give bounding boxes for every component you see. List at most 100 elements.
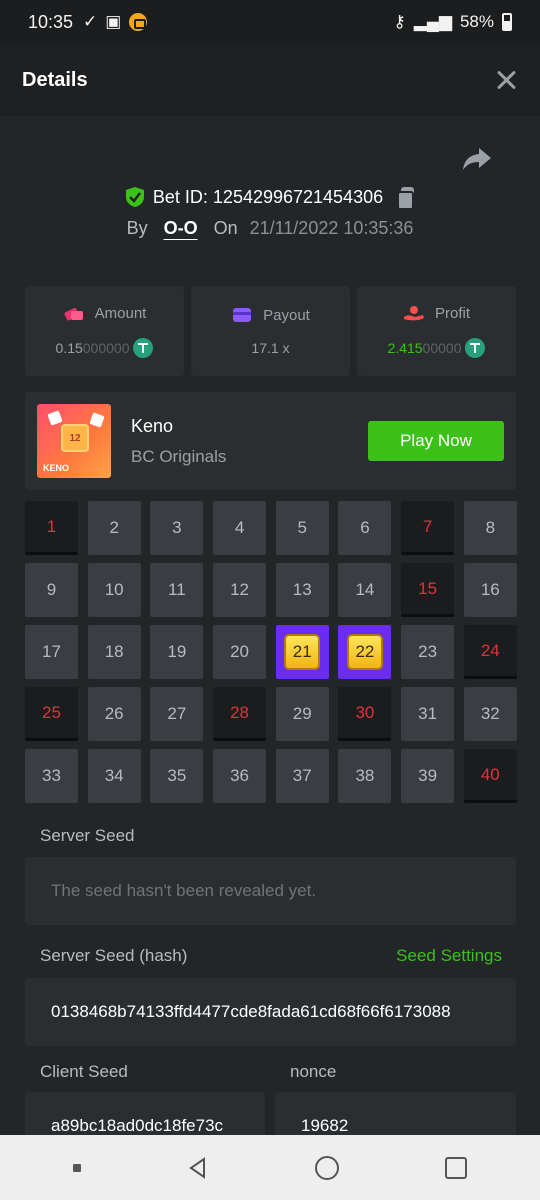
keno-cell: 17 <box>25 625 78 679</box>
keno-cell: 13 <box>275 563 329 617</box>
by-label: By <box>126 218 148 238</box>
keno-cell: 22 <box>338 625 392 679</box>
system-nav-bar <box>0 1135 540 1200</box>
profit-card: Profit 2.41500000 <box>357 286 516 376</box>
keno-cell: 16 <box>463 563 517 617</box>
payout-card: Payout 17.1 x <box>191 286 350 376</box>
payout-value: 17.1 x <box>251 339 290 356</box>
keno-cell: 3 <box>150 501 204 555</box>
keno-cell: 29 <box>275 687 329 741</box>
app-notification-icon <box>129 13 148 31</box>
battery-icon <box>502 13 512 31</box>
keno-cell: 20 <box>213 625 267 679</box>
nonce-label: nonce <box>290 1062 337 1081</box>
bet-by-row: By O-O On 21/11/2022 10:35:36 <box>0 218 540 239</box>
keno-cell: 18 <box>87 625 141 679</box>
keno-cell: 23 <box>401 625 455 679</box>
bet-id-row: Bet ID: 12542996721454306 <box>0 186 540 210</box>
keno-cell: 34 <box>87 749 141 803</box>
battery-percent: 58% <box>459 12 494 31</box>
keno-cell: 30 <box>338 687 392 741</box>
server-seed-field: The seed hasn't been revealed yet. <box>25 857 516 925</box>
server-seed-label: Server Seed <box>40 826 135 845</box>
keno-gem: 21 <box>284 634 321 670</box>
keno-cell: 31 <box>401 687 455 741</box>
keno-cell: 19 <box>150 625 204 679</box>
keno-cell: 4 <box>213 501 267 555</box>
key-icon: ⚷ <box>393 12 406 31</box>
keno-cell: 11 <box>150 563 204 617</box>
game-row: 12 KENO Keno BC Originals Play Now <box>25 392 516 490</box>
keno-cell: 6 <box>338 501 392 555</box>
shield-check-icon <box>125 187 144 207</box>
home-icon[interactable] <box>315 1155 339 1180</box>
thumb-number: 12 <box>61 424 89 452</box>
keno-cell: 28 <box>213 687 267 741</box>
profit-value: 2.41500000 <box>387 339 462 356</box>
game-name: Keno <box>131 415 174 436</box>
on-label: On <box>213 218 238 238</box>
keno-cell: 37 <box>275 749 329 803</box>
bet-date: 21/11/2022 10:35:36 <box>249 218 414 238</box>
seed-settings-link[interactable]: Seed Settings <box>396 946 502 966</box>
keno-cell: 24 <box>463 625 517 679</box>
card-icon <box>233 308 252 322</box>
back-icon[interactable] <box>187 1156 209 1179</box>
copy-icon[interactable] <box>397 187 415 210</box>
play-now-button[interactable]: Play Now <box>368 421 504 461</box>
share-icon[interactable] <box>462 146 492 172</box>
payout-label: Payout <box>263 306 310 324</box>
tether-icon <box>133 337 154 358</box>
amount-label: Amount <box>94 304 147 322</box>
dice-icon <box>89 412 105 428</box>
stats-row: Amount 0.15000000 Payout 17.1 x Profit 2… <box>25 286 516 376</box>
amount-value: 0.15000000 <box>55 339 130 356</box>
keno-cell: 8 <box>463 501 517 555</box>
profit-label: Profit <box>434 304 470 322</box>
recents-icon[interactable] <box>445 1156 467 1179</box>
keno-cell: 2 <box>87 501 141 555</box>
bet-id-value: 12542996721454306 <box>212 186 384 207</box>
check-icon: ✓ <box>83 12 98 31</box>
keno-cell: 10 <box>87 563 141 617</box>
dice-icon <box>47 410 63 426</box>
keno-cell: 12 <box>213 563 267 617</box>
tether-icon <box>465 337 486 358</box>
keno-cell: 39 <box>401 749 455 803</box>
keno-cell: 36 <box>213 749 267 803</box>
keno-gem: 22 <box>346 634 383 670</box>
image-icon: ▣ <box>105 12 122 31</box>
page-title: Details <box>22 68 88 91</box>
details-header: Details <box>0 44 540 116</box>
amount-card: Amount 0.15000000 <box>25 286 184 376</box>
status-right: ⚷ ▂▄▆ 58% <box>393 12 512 32</box>
keno-cell: 5 <box>275 501 329 555</box>
bet-id-label: Bet ID: 12542996721454306 <box>152 186 384 207</box>
keno-thumbnail[interactable]: 12 KENO <box>37 404 111 478</box>
keno-grid: 1 2 3 4 5 6 7 8 9 10 11 12 13 14 15 16 17 18 19 20 21 22 23 24 2… <box>25 501 517 803</box>
menu-icon[interactable] <box>73 1163 81 1172</box>
keno-cell: 33 <box>25 749 78 803</box>
game-provider: BC Originals <box>131 446 227 466</box>
keno-cell: 21 <box>275 625 329 679</box>
status-time: 10:35 <box>28 11 74 32</box>
status-bar: 10:35 ✓ ▣ ⚷ ▂▄▆ 58% <box>0 0 540 44</box>
money-icon <box>64 308 83 321</box>
close-icon[interactable] <box>494 68 518 92</box>
keno-cell: 9 <box>25 563 78 617</box>
server-hash-field[interactable]: 0138468b74133ffd4477cde8fada61cd68f66f61… <box>25 978 516 1046</box>
profit-hand-icon <box>403 306 424 321</box>
thumb-tag: KENO <box>43 463 70 473</box>
server-hash-label: Server Seed (hash) <box>40 946 188 965</box>
keno-cell: 40 <box>463 749 517 803</box>
user-link[interactable]: O-O <box>164 218 198 239</box>
keno-cell: 27 <box>150 687 204 741</box>
keno-cell: 15 <box>401 563 455 617</box>
keno-cell: 14 <box>338 563 392 617</box>
keno-cell: 26 <box>87 687 141 741</box>
keno-cell: 25 <box>25 687 78 741</box>
keno-cell: 38 <box>338 749 392 803</box>
keno-cell: 7 <box>401 501 455 555</box>
keno-cell: 32 <box>463 687 517 741</box>
keno-cell: 35 <box>150 749 204 803</box>
